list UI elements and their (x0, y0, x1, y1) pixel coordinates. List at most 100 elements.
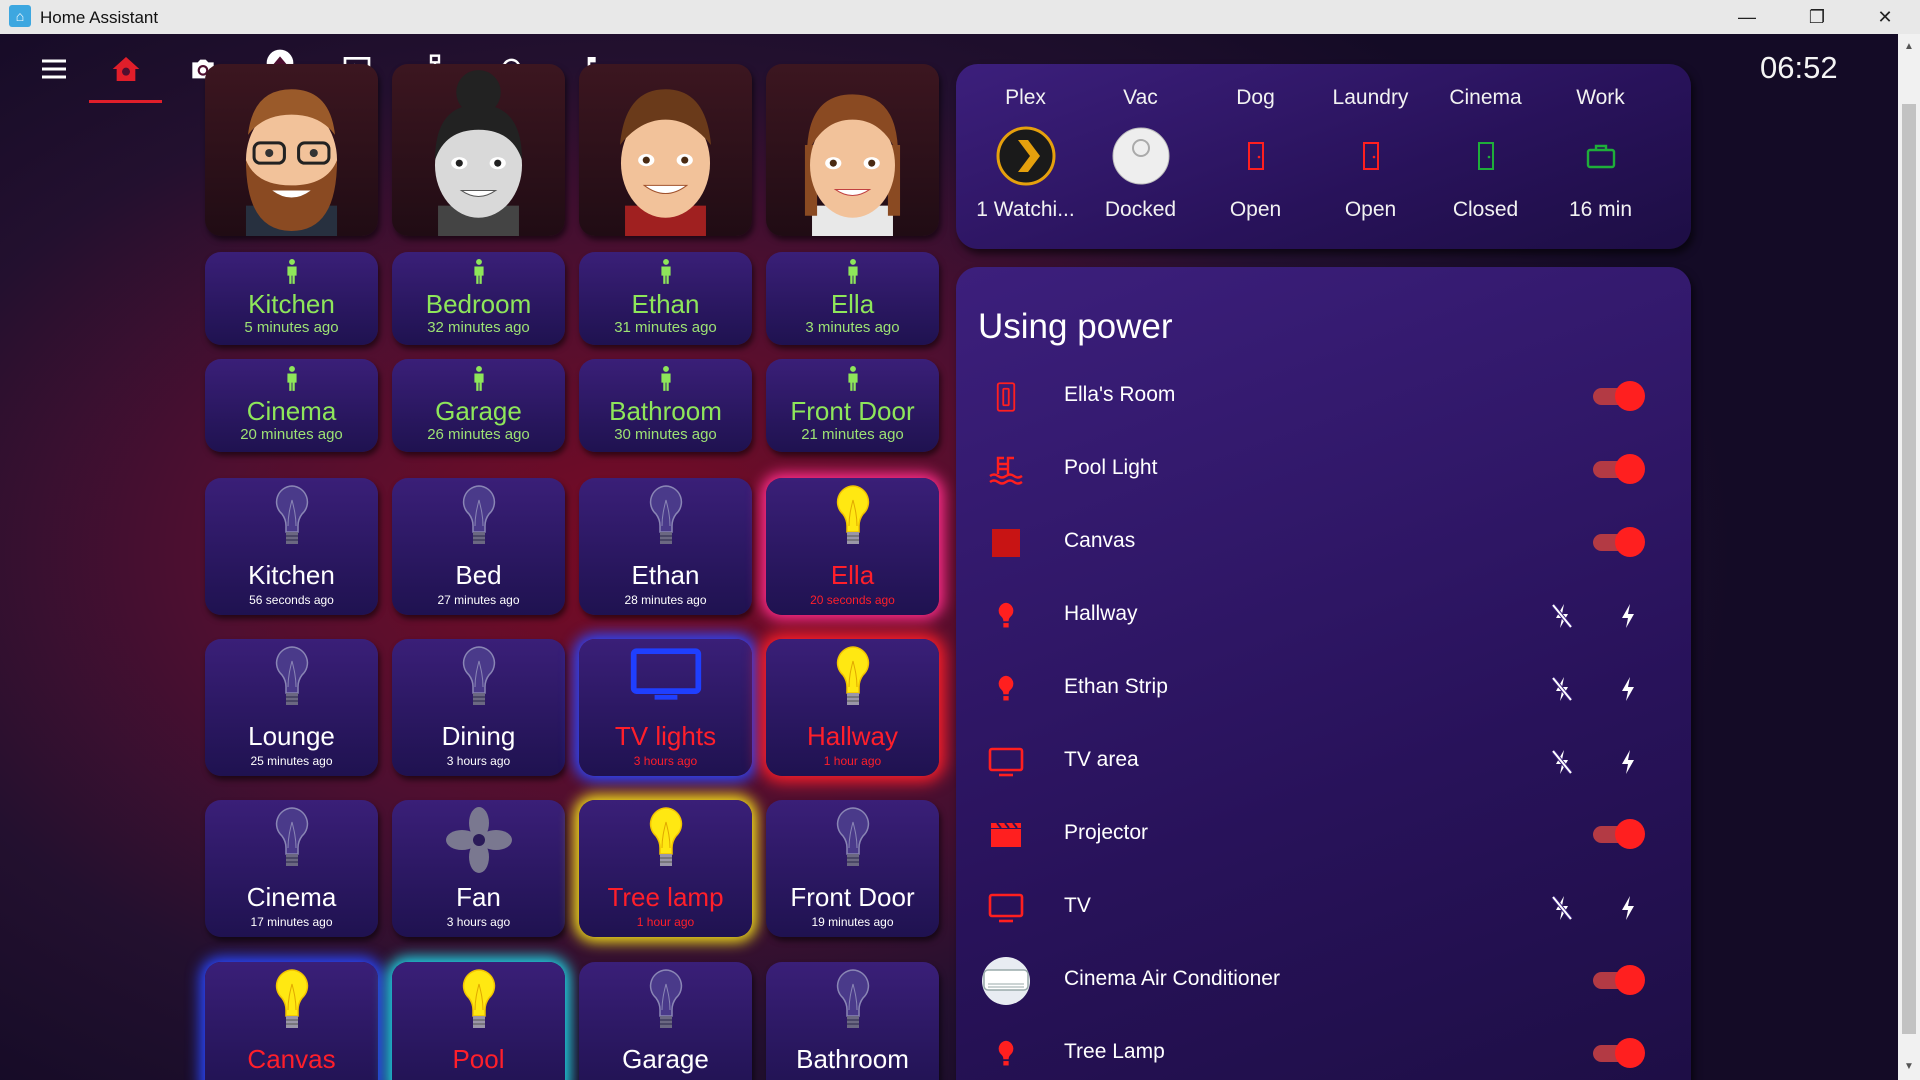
monitor-icon (976, 886, 1036, 930)
robot-vacuum-icon (1083, 126, 1198, 186)
flash-off-icon[interactable] (1544, 890, 1580, 926)
minimize-button[interactable]: — (1720, 0, 1774, 34)
close-button[interactable]: ✕ (1858, 0, 1912, 34)
light-tile-cinema[interactable]: Cinema 17 minutes ago (205, 800, 378, 937)
status-label: Plex (1005, 86, 1046, 109)
light-tile-garage[interactable]: Garage (579, 962, 752, 1080)
motion-sensor-tile[interactable]: Bathroom 30 minutes ago (579, 359, 752, 452)
motion-sensor-time: 26 minutes ago (427, 426, 530, 443)
light-tile-pool[interactable]: Pool (392, 962, 565, 1080)
light-tile-ethan[interactable]: Ethan 28 minutes ago (579, 478, 752, 615)
light-tile-ella[interactable]: Ella 20 seconds ago (766, 478, 939, 615)
light-tile-bathroom[interactable]: Bathroom (766, 962, 939, 1080)
scrollbar[interactable]: ▲ ▼ (1898, 34, 1920, 1080)
walking-person-icon (766, 365, 939, 395)
flash-icon[interactable] (1610, 671, 1646, 707)
status-label: Dog (1236, 86, 1275, 109)
motion-sensor-tile[interactable]: Cinema 20 minutes ago (205, 359, 378, 452)
scroll-up-arrow-icon[interactable]: ▲ (1902, 40, 1916, 54)
motion-sensor-tile[interactable]: Front Door 21 minutes ago (766, 359, 939, 452)
flash-off-icon[interactable] (1544, 671, 1580, 707)
restore-button[interactable]: ❐ (1790, 0, 1844, 34)
using-power-card: Using power Ella's Room Pool Light Canva… (956, 267, 1691, 1080)
toggle-switch[interactable] (1589, 1038, 1645, 1068)
door-open-icon (1313, 126, 1428, 186)
person-avatar[interactable] (579, 64, 752, 236)
motion-sensor-time: 20 minutes ago (240, 426, 343, 443)
flash-off-icon[interactable] (1544, 598, 1580, 634)
motion-sensor-tile[interactable]: Ella 3 minutes ago (766, 252, 939, 345)
light-tile-name: Canvas (247, 1044, 336, 1074)
status-value: Open (1229, 198, 1282, 221)
status-value: Docked (1104, 198, 1177, 221)
flash-icon[interactable] (1610, 744, 1646, 780)
person-avatar[interactable] (205, 64, 378, 236)
walking-person-icon (766, 258, 939, 288)
light-tile-bed[interactable]: Bed 27 minutes ago (392, 478, 565, 615)
menu-icon[interactable] (31, 46, 77, 92)
status-work[interactable]: Work 16 min (1543, 64, 1658, 234)
motion-sensor-tile[interactable]: Kitchen 5 minutes ago (205, 252, 378, 345)
status-dog[interactable]: Dog Open (1198, 64, 1313, 234)
person-avatar[interactable] (392, 64, 565, 236)
light-tile-tree-lamp[interactable]: Tree lamp 1 hour ago (579, 800, 752, 937)
status-panel: Plex 1 Watchi... Vac Docked Dog Open Lau… (956, 64, 1691, 249)
light-tile-time: 17 minutes ago (250, 915, 333, 929)
motion-sensor-name: Ethan (631, 289, 700, 319)
toggle-switch[interactable] (1589, 381, 1645, 411)
status-vac[interactable]: Vac Docked (1083, 64, 1198, 234)
motion-sensor-name: Front Door (790, 396, 915, 426)
toggle-switch[interactable] (1589, 965, 1645, 995)
power-item-label: Cinema Air Conditioner (1064, 967, 1280, 990)
home-icon[interactable] (103, 46, 149, 92)
status-value: Open (1344, 198, 1397, 221)
walking-person-icon (392, 365, 565, 395)
power-item-label: Tree Lamp (1064, 1040, 1165, 1063)
light-tile-name: Garage (622, 1044, 709, 1074)
light-tile-tv-lights[interactable]: TV lights 3 hours ago (579, 639, 752, 776)
light-tile-lounge[interactable]: Lounge 25 minutes ago (205, 639, 378, 776)
status-laundry[interactable]: Laundry Open (1313, 64, 1428, 234)
lightbulb-icon (976, 667, 1036, 711)
toggle-switch[interactable] (1589, 527, 1645, 557)
clock: 06:52 (1760, 50, 1838, 85)
flash-icon[interactable] (1610, 890, 1646, 926)
motion-sensor-name: Bedroom (425, 289, 532, 319)
person-avatar[interactable] (766, 64, 939, 236)
motion-sensor-tile[interactable]: Ethan 31 minutes ago (579, 252, 752, 345)
motion-sensor-time: 32 minutes ago (427, 319, 530, 336)
power-item-label: Pool Light (1064, 456, 1158, 479)
flash-off-icon[interactable] (1544, 744, 1580, 780)
status-label: Cinema (1449, 86, 1522, 109)
power-item-label: Ella's Room (1064, 383, 1176, 406)
motion-sensor-tile[interactable]: Garage 26 minutes ago (392, 359, 565, 452)
status-value: 1 Watchi... (976, 198, 1075, 221)
motion-sensor-name: Bathroom (609, 396, 722, 426)
light-tile-fan[interactable]: Fan 3 hours ago (392, 800, 565, 937)
light-tile-front-door[interactable]: Front Door 19 minutes ago (766, 800, 939, 937)
toggle-switch[interactable] (1589, 454, 1645, 484)
home-assistant-logo-icon: ⌂ (9, 5, 31, 27)
motion-sensor-tile[interactable]: Bedroom 32 minutes ago (392, 252, 565, 345)
bulb-icon (579, 966, 752, 1048)
status-label: Vac (1123, 86, 1158, 109)
square-icon (976, 521, 1036, 565)
window-title: Home Assistant (40, 8, 159, 27)
light-tile-name: Bed (455, 560, 502, 590)
walking-person-icon (205, 258, 378, 288)
flash-icon[interactable] (1610, 598, 1646, 634)
status-cinema[interactable]: Cinema Closed (1428, 64, 1543, 234)
status-plex[interactable]: Plex 1 Watchi... (968, 64, 1083, 234)
light-tile-kitchen[interactable]: Kitchen 56 seconds ago (205, 478, 378, 615)
light-tile-time: 1 hour ago (823, 754, 882, 768)
toggle-switch[interactable] (1589, 819, 1645, 849)
scroll-down-arrow-icon[interactable]: ▼ (1902, 1060, 1916, 1074)
scrollbar-thumb[interactable] (1902, 104, 1916, 1034)
light-tile-hallway[interactable]: Hallway 1 hour ago (766, 639, 939, 776)
light-tile-dining[interactable]: Dining 3 hours ago (392, 639, 565, 776)
light-tile-name: Fan (456, 882, 501, 912)
light-tile-name: Kitchen (248, 560, 335, 590)
light-tile-canvas[interactable]: Canvas (205, 962, 378, 1080)
air-conditioner-icon (976, 957, 1036, 1005)
status-label: Laundry (1332, 86, 1409, 109)
